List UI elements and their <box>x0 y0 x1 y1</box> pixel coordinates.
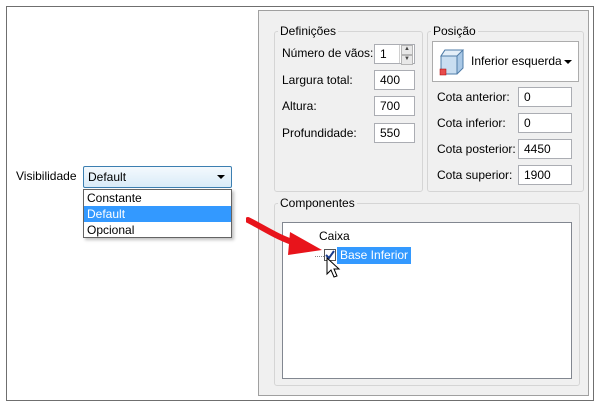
profundidade-field[interactable]: 550 <box>374 123 415 143</box>
chevron-down-icon[interactable] <box>564 60 572 64</box>
visibility-option-constante[interactable]: Constante <box>84 190 231 206</box>
altura-label: Altura: <box>282 99 317 113</box>
cota-anterior-label: Cota anterior: <box>437 90 510 104</box>
visibility-dropdown-list: Constante Default Opcional <box>83 189 232 238</box>
posicao-title: Posição <box>433 24 476 38</box>
largura-total-field[interactable]: 400 <box>374 70 415 90</box>
tree-connector <box>315 256 324 257</box>
cota-inferior-label: Cota inferior: <box>437 116 506 130</box>
numero-vaos-value: 1 <box>380 47 387 61</box>
posicao-combobox[interactable]: Inferior esquerda <box>432 41 579 82</box>
profundidade-label: Profundidade: <box>282 126 357 140</box>
visibility-option-opcional[interactable]: Opcional <box>84 222 231 238</box>
numero-vaos-stepper[interactable]: 1 ▲ ▼ <box>374 44 415 65</box>
annotation-arrow-icon <box>246 217 322 255</box>
cota-posterior-field[interactable]: 4450 <box>518 139 572 159</box>
stepper-down-icon[interactable]: ▼ <box>401 55 413 65</box>
cota-posterior-label: Cota posterior: <box>437 142 516 156</box>
tree-node-base-inferior[interactable]: Base Inferior <box>337 247 412 264</box>
altura-field[interactable]: 700 <box>374 96 415 116</box>
visibility-combobox[interactable]: Default <box>83 166 232 188</box>
stepper-buttons[interactable]: ▲ ▼ <box>399 45 414 65</box>
visibility-label: Visibilidade <box>16 169 77 183</box>
largura-total-label: Largura total: <box>282 73 353 87</box>
cota-superior-field[interactable]: 1900 <box>518 165 572 185</box>
stepper-up-icon[interactable]: ▲ <box>401 45 413 55</box>
visibility-option-default[interactable]: Default <box>84 206 231 222</box>
visibility-selected-value: Default <box>88 170 127 184</box>
cota-inferior-field[interactable]: 0 <box>518 113 572 133</box>
cota-anterior-field[interactable]: 0 <box>518 87 572 107</box>
mouse-cursor-icon <box>326 257 341 278</box>
cota-superior-label: Cota superior: <box>437 168 513 182</box>
definicoes-title: Definições <box>280 24 337 38</box>
chevron-down-icon[interactable] <box>217 175 225 179</box>
cube-position-icon <box>439 49 465 76</box>
numero-vaos-label: Número de vãos: <box>282 46 374 60</box>
posicao-selected-value: Inferior esquerda <box>471 54 562 68</box>
componentes-title: Componentes <box>280 196 355 210</box>
